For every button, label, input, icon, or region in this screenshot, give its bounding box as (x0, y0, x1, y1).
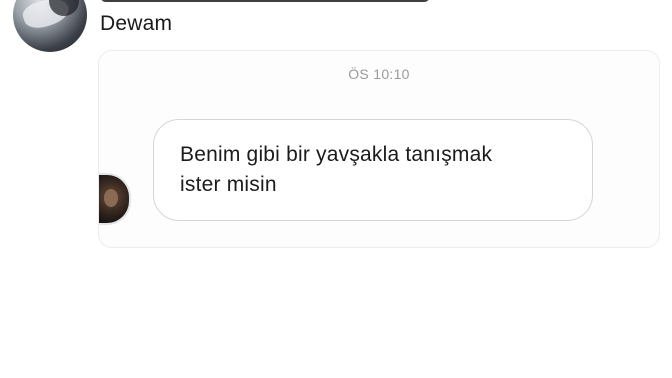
screenshot-root: Dewam ÖS 10:10 Benim gibi bir yavşakla t… (0, 0, 672, 378)
message-bubble[interactable]: Benim gibi bir yavşakla tanışmak ister m… (153, 119, 593, 221)
poster-avatar[interactable] (13, 0, 87, 52)
message-timestamp: ÖS 10:10 (348, 66, 410, 82)
sender-avatar-face (104, 189, 118, 207)
cropped-username (100, 0, 430, 2)
message-text: Benim gibi bir yavşakla tanışmak ister m… (180, 143, 493, 196)
post-caption: Dewam (100, 12, 173, 35)
sender-avatar[interactable] (99, 173, 131, 225)
chat-screenshot-card: ÖS 10:10 Benim gibi bir yavşakla tanışma… (98, 50, 660, 248)
